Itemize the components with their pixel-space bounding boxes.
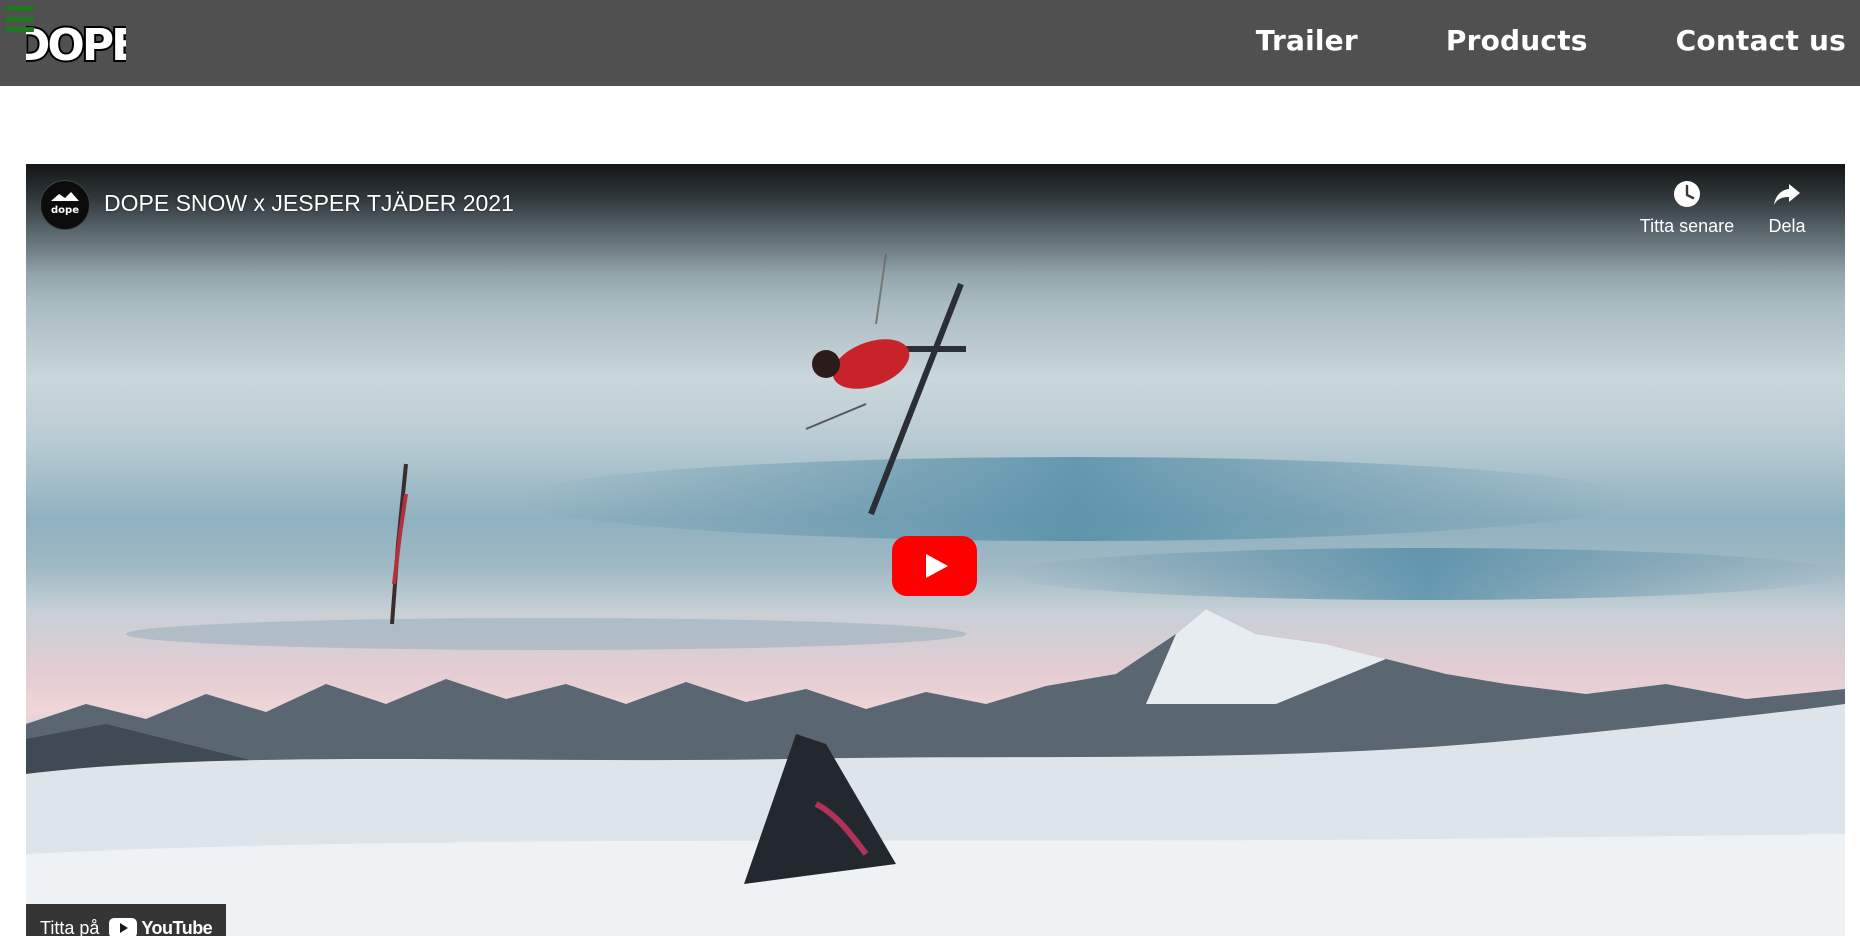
- nav-link-trailer[interactable]: Trailer: [1256, 24, 1358, 57]
- svg-text:DOPE: DOPE: [26, 20, 126, 71]
- youtube-wordmark: YouTube: [141, 917, 213, 936]
- share-label: Dela: [1768, 216, 1806, 236]
- watch-on-youtube-link[interactable]: Titta på YouTube: [26, 904, 226, 936]
- site-header: DOPE Trailer Products Contact us: [0, 0, 1860, 86]
- youtube-embed[interactable]: dope DOPE SNOW x JESPER TJÄDER 2021 Titt…: [26, 164, 1845, 936]
- nav-link-products[interactable]: Products: [1446, 24, 1588, 57]
- share-arrow-icon: [1774, 184, 1800, 205]
- video-title[interactable]: DOPE SNOW x JESPER TJÄDER 2021: [104, 190, 514, 217]
- nav-link-contact[interactable]: Contact us: [1676, 24, 1846, 57]
- watch-later-button[interactable]: Titta senare: [1632, 178, 1742, 237]
- dope-logo[interactable]: DOPE: [26, 4, 126, 76]
- share-button[interactable]: Dela: [1732, 178, 1842, 237]
- video-top-shade: [26, 164, 1845, 274]
- main-nav: Trailer Products Contact us: [1168, 0, 1846, 80]
- play-icon: [892, 536, 977, 596]
- svg-text:dope: dope: [51, 205, 79, 216]
- youtube-logo: YouTube: [109, 917, 213, 936]
- hamburger-menu-icon[interactable]: [6, 6, 34, 32]
- watch-on-label: Titta på: [40, 917, 100, 936]
- watch-later-label: Titta senare: [1639, 216, 1735, 236]
- youtube-logo-icon: [109, 918, 138, 936]
- channel-avatar[interactable]: dope: [40, 180, 90, 230]
- play-button[interactable]: [892, 536, 977, 596]
- clock-icon: [1674, 181, 1700, 207]
